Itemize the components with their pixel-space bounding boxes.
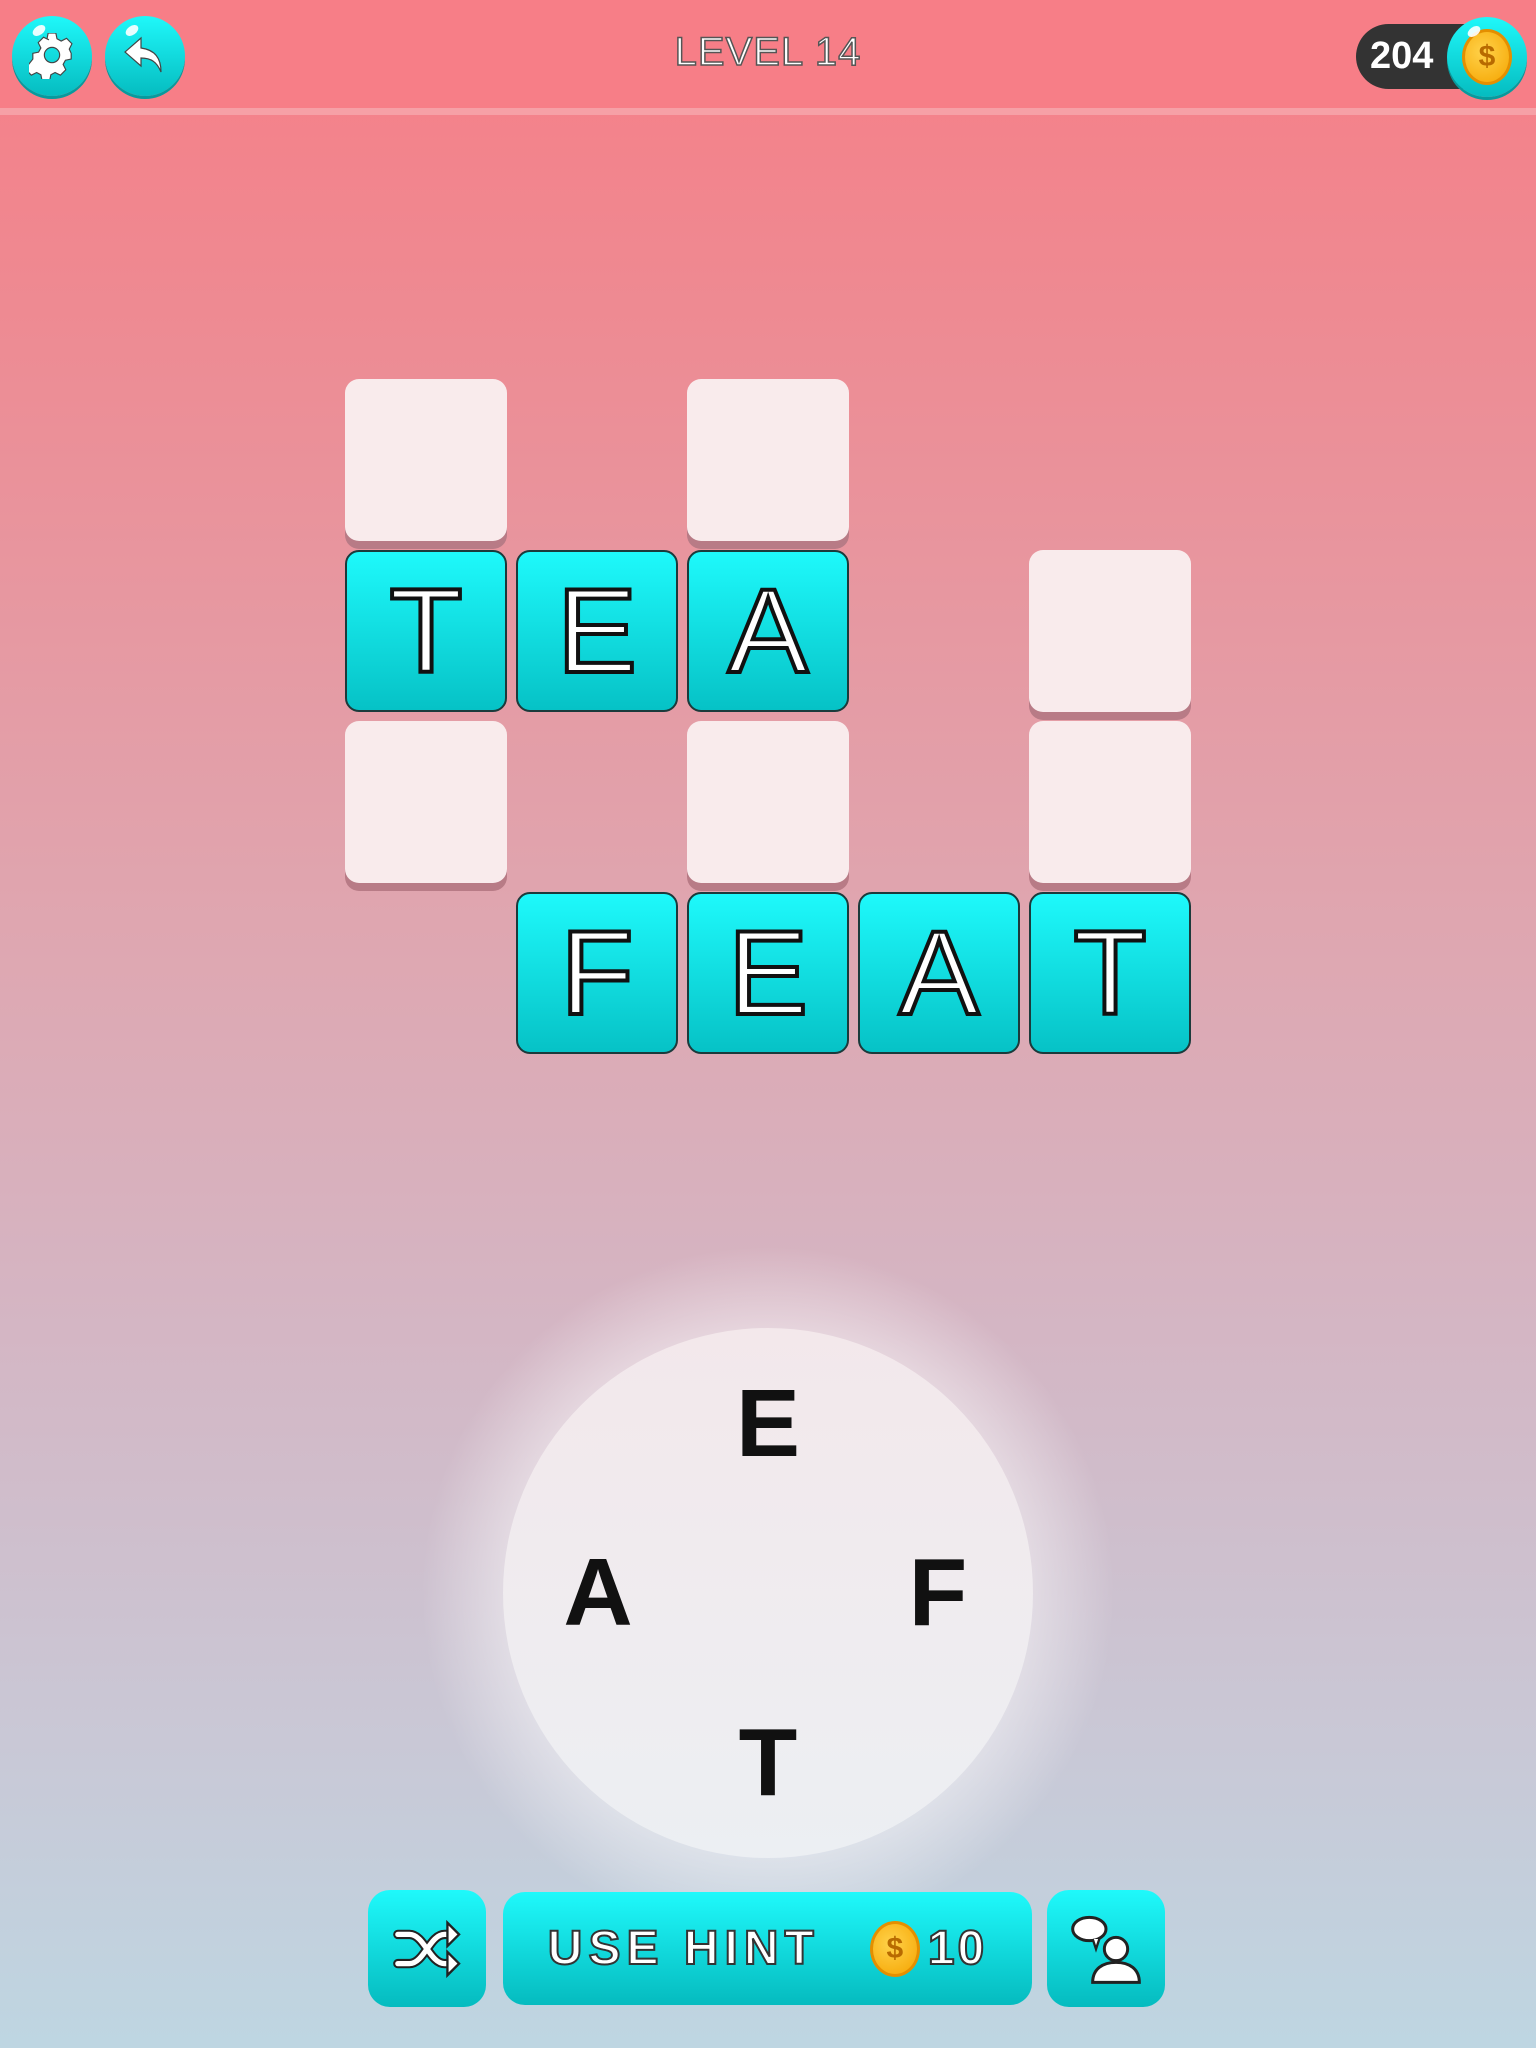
letter-tile: E <box>516 550 678 712</box>
empty-tile <box>687 721 849 883</box>
shuffle-button[interactable] <box>368 1890 486 2007</box>
shuffle-icon <box>393 1919 461 1978</box>
wheel-letter[interactable]: E <box>708 1364 828 1484</box>
wheel-letter[interactable]: F <box>878 1533 998 1653</box>
empty-tile <box>345 379 507 541</box>
coin-icon: $ <box>869 1920 920 1977</box>
hint-cost: 10 <box>927 1921 988 1976</box>
wheel-letter[interactable]: A <box>538 1533 658 1653</box>
use-hint-button[interactable]: USE HINT $ 10 <box>503 1892 1032 2005</box>
empty-tile <box>345 721 507 883</box>
letter-tile: E <box>687 892 849 1054</box>
empty-tile <box>1029 721 1191 883</box>
top-bar: LEVEL 14 204 $ <box>0 0 1536 115</box>
letter-tile: T <box>345 550 507 712</box>
ask-friend-icon <box>1071 1915 1141 1984</box>
empty-tile <box>687 379 849 541</box>
letter-tile: A <box>858 892 1020 1054</box>
letter-tile: T <box>1029 892 1191 1054</box>
level-title: LEVEL 14 <box>674 29 862 75</box>
letter-tile: F <box>516 892 678 1054</box>
ask-friend-button[interactable] <box>1047 1890 1165 2007</box>
coin-shop-button[interactable]: $ <box>1447 17 1527 97</box>
wheel-letter[interactable]: T <box>708 1703 828 1823</box>
letter-tile: A <box>687 550 849 712</box>
empty-tile <box>1029 550 1191 712</box>
hint-label: USE HINT <box>547 1921 820 1976</box>
coin-icon: $ <box>1462 29 1512 85</box>
